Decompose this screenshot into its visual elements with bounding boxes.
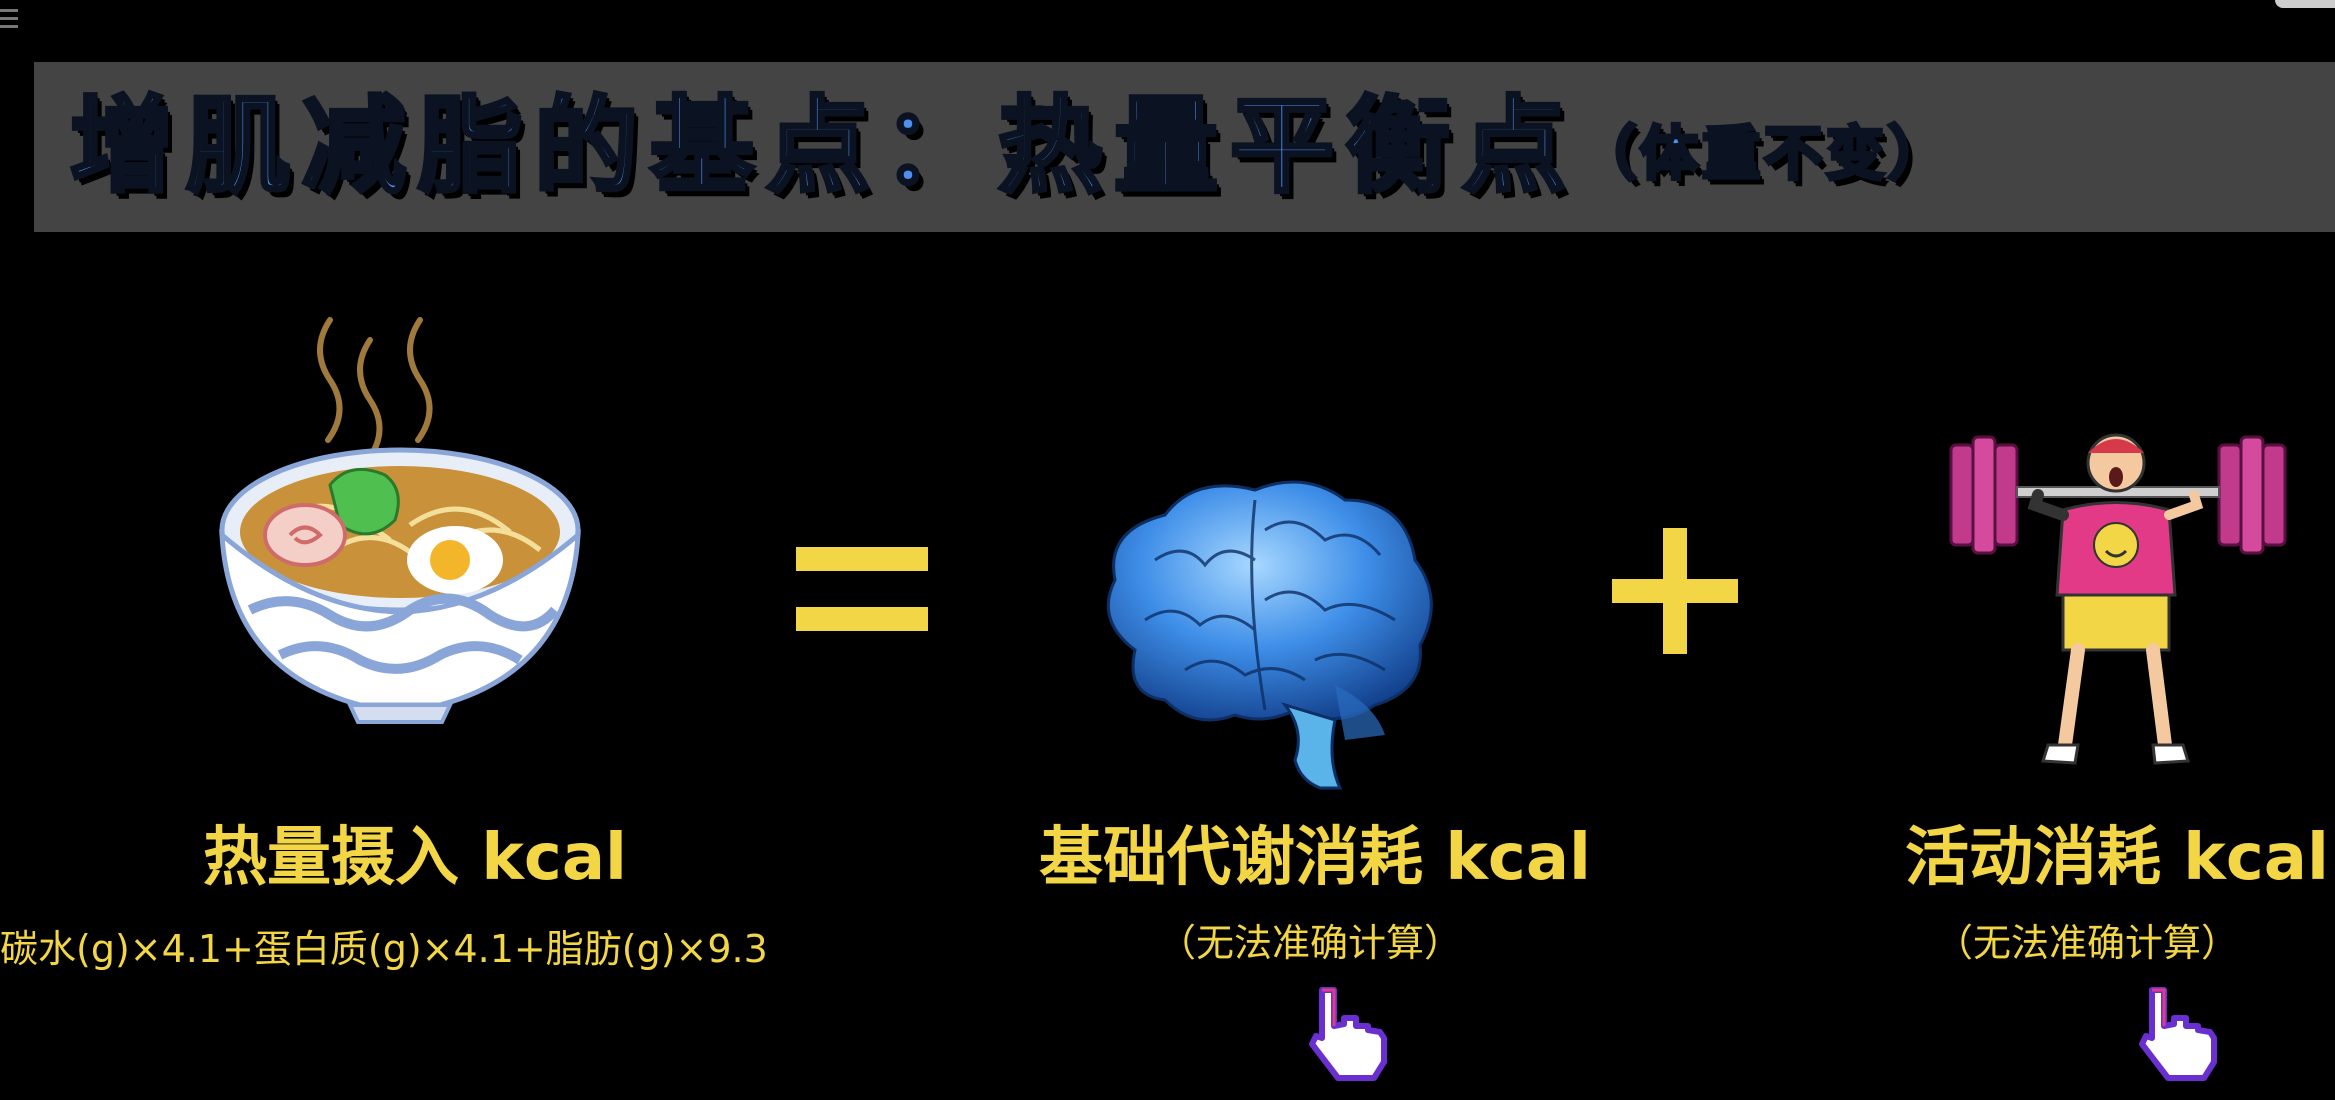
menu-icon[interactable] (0, 4, 18, 34)
intake-formula: 碳水(g)×4.1+蛋白质(g)×4.1+脂肪(g)×9.3 (0, 927, 768, 971)
ramen-bowl-icon (219, 317, 581, 724)
banner-subtitle: （体重不变） (1576, 118, 1951, 190)
brain-icon (1106, 480, 1433, 790)
equals-icon (796, 547, 928, 631)
banner-title: 增肌减脂的基点：热量平衡点（体重不变） (68, 76, 1951, 224)
plus-icon (1612, 528, 1738, 654)
banner-title-main: 增肌减脂的基点：热量平衡点 (68, 83, 1579, 209)
bmr-label: 基础代谢消耗 kcal (1039, 821, 1591, 895)
pointer-hand-icon[interactable] (2130, 978, 2240, 1088)
title-banner: 增肌减脂的基点：热量平衡点（体重不变） (34, 62, 2335, 232)
bmr-note: （无法准确计算） (1157, 921, 1462, 965)
pointer-hand-icon[interactable] (1300, 978, 1410, 1088)
activity-note: （无法准确计算） (1935, 921, 2240, 965)
activity-label: 活动消耗 kcal (1905, 821, 2329, 895)
corner-decoration (2275, 0, 2335, 8)
intake-label: 热量摄入 kcal (203, 821, 627, 895)
weightlifter-icon (1949, 433, 2287, 765)
